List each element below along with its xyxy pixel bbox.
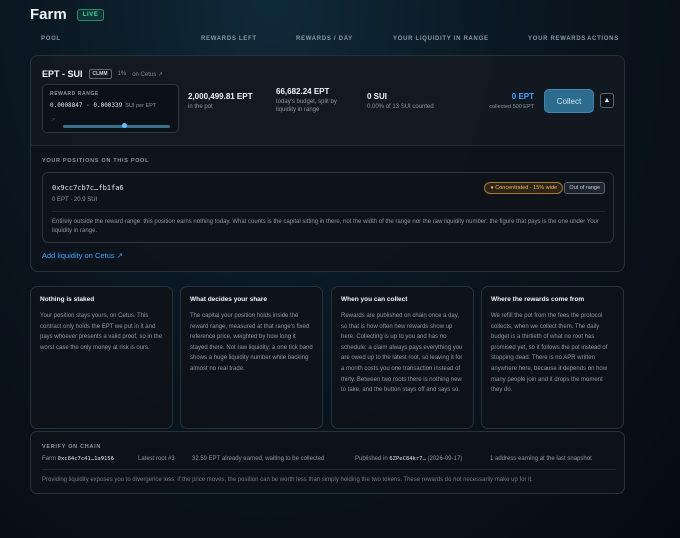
- liquidity-sub: 0.00% of 13 SUI counted: [367, 104, 434, 110]
- position-balance: 0 EPT · 20.9 SUI: [52, 197, 98, 203]
- col-actions: ACTIONS: [587, 36, 619, 42]
- rewards-left-value: 2,000,499.81 EPT: [188, 92, 253, 101]
- info-card-body: Rewards are published on chain once a da…: [341, 313, 463, 394]
- farm-address: Farm 0xc84c7c41…1a9156: [42, 456, 114, 462]
- range-low: 0.0008847: [50, 102, 83, 109]
- rewards-day-value: 66,682.24 EPT: [276, 87, 330, 96]
- rewards-left-sub: in the pot: [188, 104, 213, 110]
- collapse-toggle-icon[interactable]: ▲: [600, 93, 614, 108]
- rewards-day-stat: 66,682.24 EPT today's budget, split by l…: [276, 87, 356, 114]
- pool-summary-row: EPT - SUI CLMM 1% on Cetus ↗ REWARD RANG…: [31, 56, 624, 146]
- fee-tier: 1%: [117, 71, 127, 77]
- latest-root: Latest root #3: [138, 456, 175, 462]
- positions-title: YOUR POSITIONS ON THIS POOL: [42, 158, 150, 164]
- published-tx-link[interactable]: 6ZPeC84kr7…: [389, 456, 425, 462]
- verify-panel: VERIFY ON CHAIN Farm 0xc84c7c41…1a9156 L…: [30, 431, 625, 494]
- info-card-staked: Nothing is staked Your position stays yo…: [30, 286, 173, 429]
- col-pool: POOL: [41, 36, 61, 42]
- info-card-body: We refill the pot from the fees the prot…: [491, 313, 608, 394]
- published-date: (2026-09-17): [427, 456, 463, 462]
- pair-name: EPT - SUI: [42, 69, 83, 79]
- info-card-source: Where the rewards come from We refill th…: [481, 286, 624, 429]
- rewards-day-sub: today's budget, split by liquidity in ra…: [276, 99, 337, 113]
- your-rewards-sub: collected 500 EPT: [489, 104, 534, 110]
- position-id: 0x9cc7cb7c…fb1fa6: [52, 184, 124, 192]
- reward-range-values: 0.0008847 · 0.000339 SUI per EPT: [50, 102, 157, 109]
- reward-range-label: REWARD RANGE: [50, 91, 99, 97]
- position-card: 0x9cc7cb7c…fb1fa6 0 EPT · 20.9 SUI ● Con…: [42, 172, 614, 243]
- verify-divider: [42, 469, 616, 470]
- farm-address-link[interactable]: 0xc84c7c41…1a9156: [58, 456, 114, 462]
- reward-range-box: REWARD RANGE 0.0008847 · 0.000339 SUI per…: [42, 84, 179, 133]
- info-card-share: What decides your share The capital your…: [180, 286, 323, 429]
- your-rewards-value: 0 EPT: [511, 92, 534, 101]
- cetus-link[interactable]: on Cetus ↗: [132, 71, 163, 78]
- position-note: Entirely outside the reward range: this …: [52, 219, 599, 234]
- your-rewards-stat: 0 EPT collected 500 EPT: [489, 92, 534, 110]
- range-hint-icon: ↗: [51, 117, 56, 123]
- info-card-collect: When you can collect Rewards are publish…: [331, 286, 474, 429]
- page-title: Farm: [30, 6, 67, 23]
- concentrated-badge: ● Concentrated · 15% wide: [484, 182, 563, 194]
- earned-waiting: 32.59 EPT already earned, waiting to be …: [192, 456, 325, 462]
- range-unit: SUI per EPT: [125, 103, 157, 109]
- info-card-title: What decides your share: [190, 296, 267, 303]
- liquidity-value: 0 SUI: [367, 92, 388, 101]
- published-in: Published in 6ZPeC84kr7… (2026-09-17): [355, 456, 462, 462]
- liquidity-stat: 0 SUI 0.00% of 13 SUI counted: [367, 92, 434, 111]
- farm-label: Farm: [42, 456, 56, 462]
- range-slider-thumb[interactable]: [121, 123, 127, 128]
- info-card-title: Nothing is staked: [40, 296, 95, 303]
- col-rewards-left: REWARDS LEFT: [201, 36, 257, 42]
- col-rewards-day: REWARDS / DAY: [296, 36, 353, 42]
- status-badge: Out of range: [564, 182, 605, 194]
- risk-note: Providing liquidity exposes you to diver…: [42, 477, 533, 483]
- verify-title: VERIFY ON CHAIN: [42, 444, 101, 450]
- info-card-title: Where the rewards come from: [491, 296, 585, 303]
- page-header: Farm LIVE: [30, 6, 105, 23]
- clmm-tag: CLMM: [88, 69, 112, 79]
- published-label: Published in: [355, 456, 388, 462]
- info-card-title: When you can collect: [341, 296, 408, 303]
- col-liquidity: YOUR LIQUIDITY IN RANGE: [393, 36, 489, 42]
- pool-card: EPT - SUI CLMM 1% on Cetus ↗ REWARD RANG…: [30, 55, 625, 272]
- pool-pair: EPT - SUI CLMM 1% on Cetus ↗: [42, 69, 163, 79]
- live-badge: LIVE: [76, 8, 105, 21]
- col-your-rewards: YOUR REWARDS: [528, 36, 587, 42]
- collect-button[interactable]: Collect: [544, 89, 594, 113]
- range-slider-track: [63, 123, 170, 128]
- snapshot-count: 1 address earning at the last snapshot: [490, 456, 592, 462]
- position-divider: [52, 211, 606, 212]
- range-high: 0.000339: [93, 102, 123, 109]
- info-card-body: Your position stays yours, on Cetus. Thi…: [40, 313, 163, 351]
- info-card-body: The capital your position holds inside t…: [190, 313, 313, 372]
- add-liquidity-link[interactable]: Add liquidity on Cetus ↗: [42, 251, 123, 260]
- rewards-left-stat: 2,000,499.81 EPT in the pot: [188, 92, 253, 111]
